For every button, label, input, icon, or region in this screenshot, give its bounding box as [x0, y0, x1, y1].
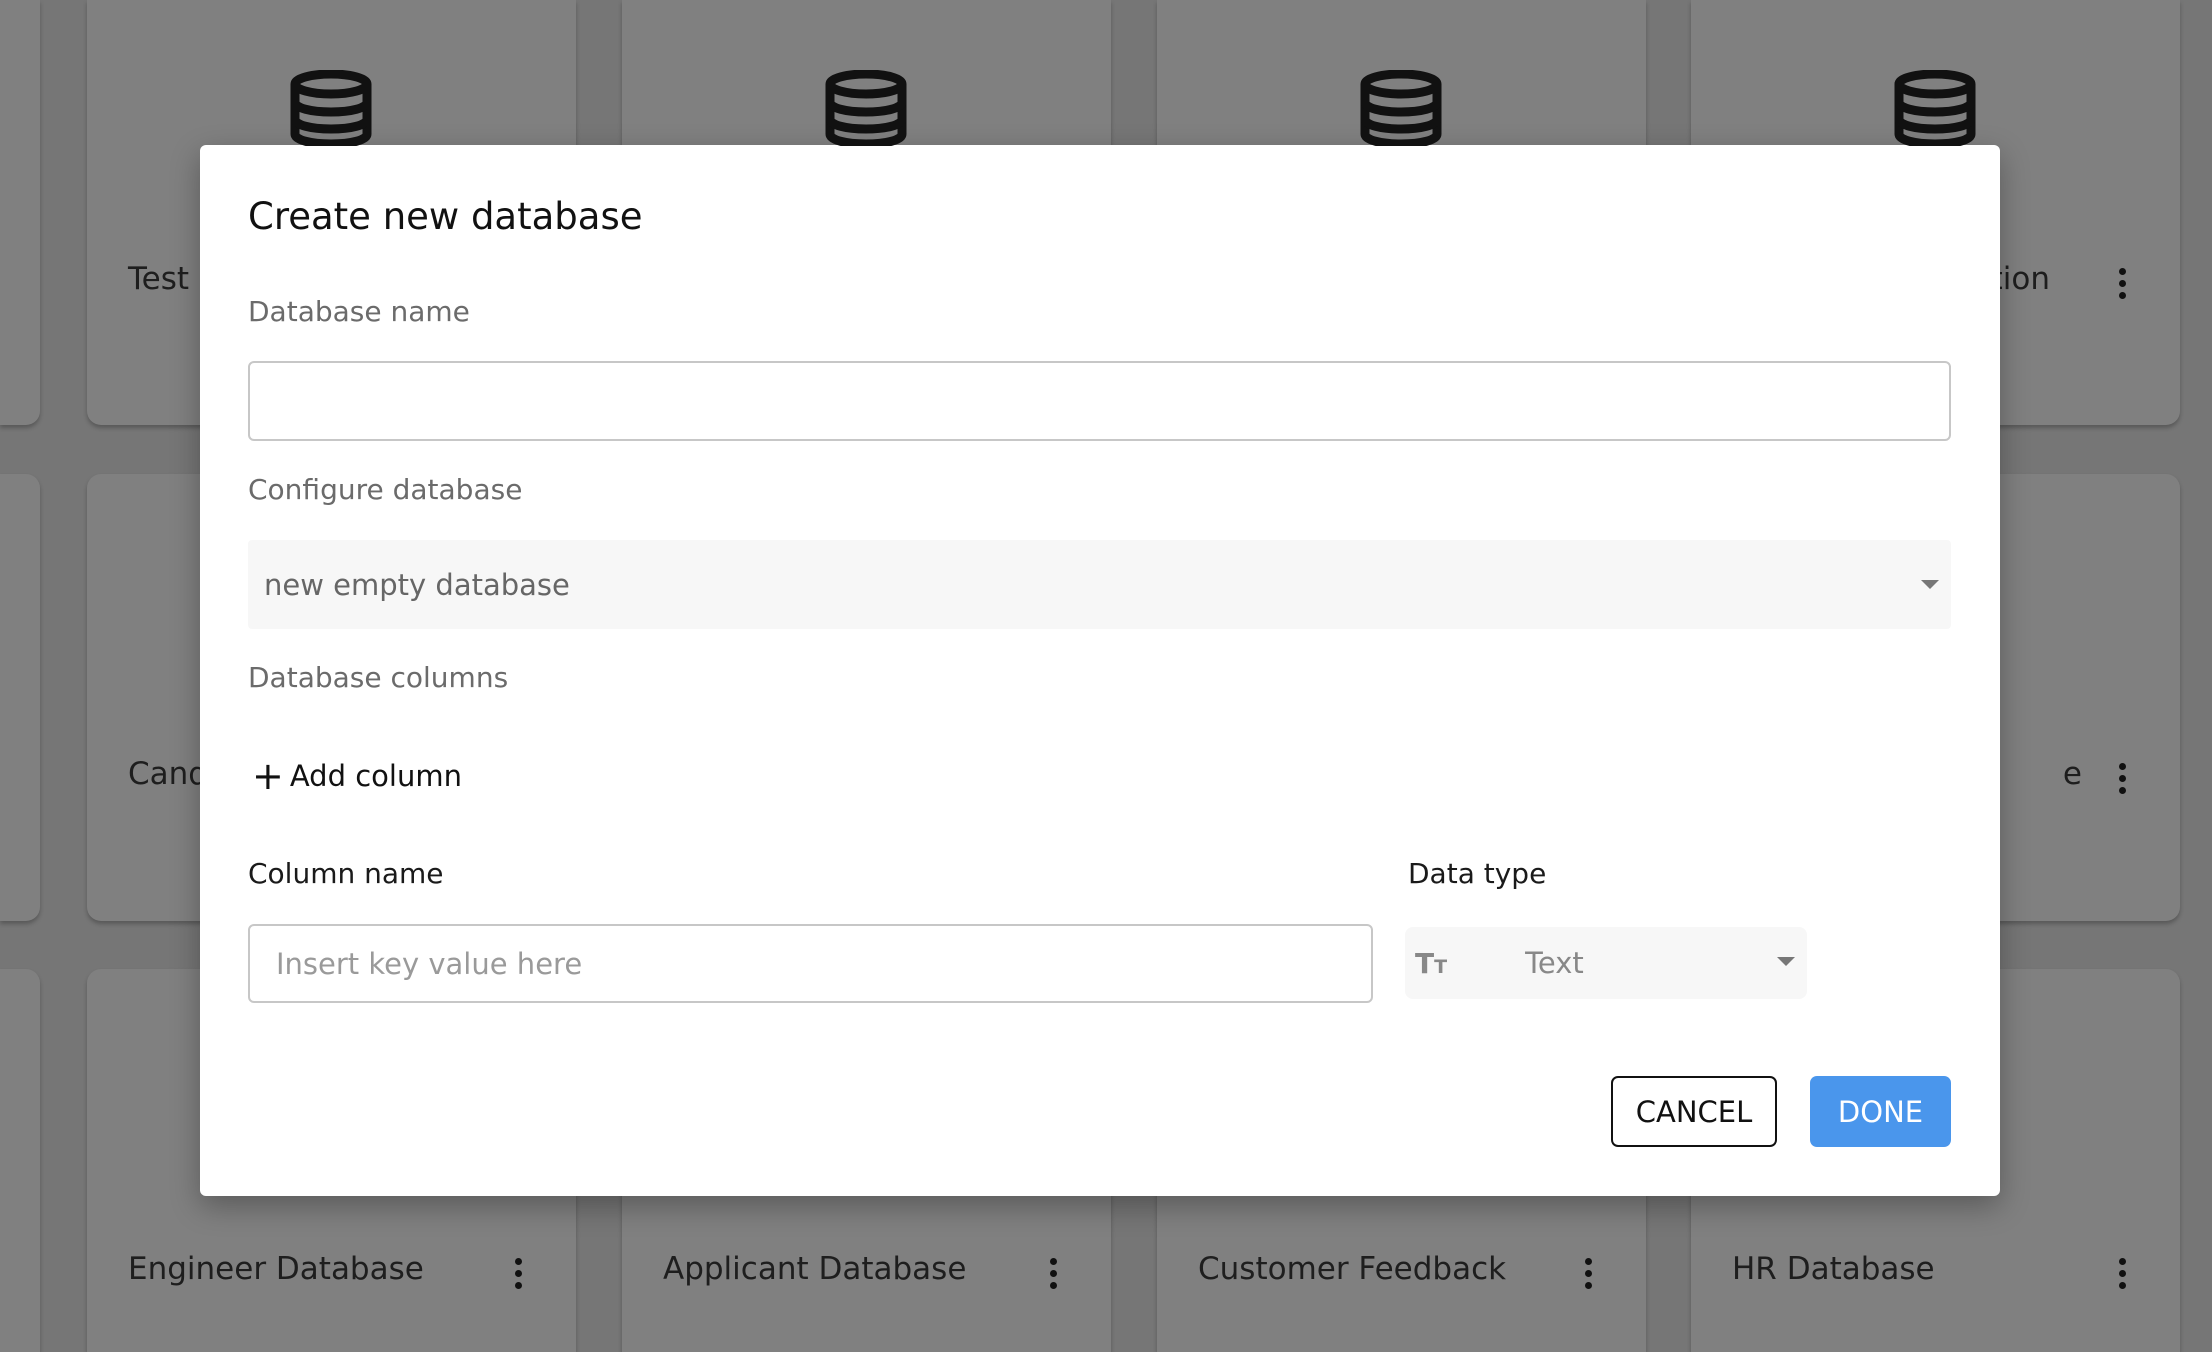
- more-options-icon[interactable]: [2119, 1258, 2127, 1289]
- database-icon: [289, 69, 373, 149]
- data-type-value: Text: [1525, 946, 1584, 980]
- create-database-dialog: Create new database Database name Config…: [200, 145, 2000, 1196]
- more-options-icon[interactable]: [515, 1258, 523, 1289]
- database-name-label: Database name: [248, 295, 470, 328]
- database-icon: [1893, 69, 1977, 149]
- database-card-title: HR Database: [1732, 1251, 1935, 1287]
- more-options-icon[interactable]: [2119, 763, 2127, 794]
- more-options-icon[interactable]: [2119, 268, 2127, 299]
- plus-icon: +: [252, 754, 284, 798]
- database-card-title: Applicant Database: [663, 1251, 967, 1287]
- done-button[interactable]: DONE: [1810, 1076, 1951, 1147]
- database-columns-label: Database columns: [248, 661, 509, 694]
- more-options-icon[interactable]: [1050, 1258, 1058, 1289]
- database-name-input[interactable]: [248, 361, 1951, 441]
- chevron-down-icon: [1921, 580, 1939, 589]
- column-name-input[interactable]: [248, 924, 1373, 1003]
- database-icon: [1359, 69, 1443, 149]
- data-type-select[interactable]: TT Text: [1405, 927, 1807, 999]
- database-card-title: Customer Feedback: [1198, 1251, 1507, 1287]
- database-card-title: Test: [128, 261, 190, 297]
- database-card-title: Engineer Database: [128, 1251, 424, 1287]
- database-card[interactable]: [0, 474, 40, 921]
- database-card-title: Cand: [128, 756, 208, 792]
- column-name-label: Column name: [248, 857, 444, 890]
- configure-database-select[interactable]: new empty database: [248, 540, 1951, 629]
- database-card[interactable]: [0, 0, 40, 425]
- add-column-label: Add column: [289, 759, 462, 793]
- add-column-button[interactable]: + Add column: [252, 757, 462, 795]
- text-fields-icon: TT: [1415, 946, 1448, 980]
- database-card[interactable]: [0, 969, 40, 1352]
- more-options-icon[interactable]: [1585, 1258, 1593, 1289]
- dialog-title: Create new database: [248, 195, 643, 238]
- database-card-title: e: [2062, 756, 2082, 792]
- data-type-label: Data type: [1408, 857, 1547, 890]
- configure-database-value: new empty database: [264, 567, 570, 602]
- cancel-button[interactable]: CANCEL: [1611, 1076, 1777, 1147]
- database-icon: [824, 69, 908, 149]
- configure-database-label: Configure database: [248, 473, 523, 506]
- chevron-down-icon: [1777, 957, 1795, 966]
